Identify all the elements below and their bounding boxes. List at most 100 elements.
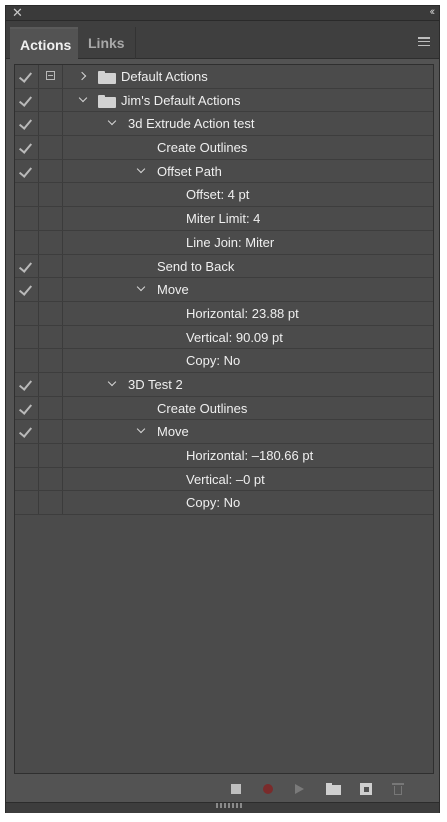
toggle-dialog-column[interactable] — [39, 65, 63, 88]
checkmark-icon — [18, 140, 33, 154]
toggle-item-column[interactable] — [15, 467, 39, 491]
checkmark-icon — [18, 163, 33, 178]
action-row[interactable]: Vertical: 90.09 pt — [15, 325, 433, 350]
begin-recording-icon[interactable] — [263, 784, 273, 794]
resize-grip-icon[interactable] — [216, 803, 242, 808]
toggle-item-column[interactable] — [15, 112, 39, 136]
action-row[interactable]: Offset Path — [15, 159, 433, 184]
action-row-content: Move — [63, 278, 433, 301]
action-row[interactable]: Copy: No — [15, 349, 433, 373]
action-row-label: Horizontal: –180.66 pt — [186, 448, 314, 463]
action-row-label: Horizontal: 23.88 pt — [186, 305, 299, 321]
collapse-icon[interactable]: ‹‹ — [430, 5, 436, 19]
action-row[interactable]: Line Join: Miter — [15, 230, 433, 255]
action-row[interactable]: Move — [15, 278, 433, 302]
toggle-dialog-column[interactable] — [39, 491, 63, 515]
action-row-content: Offset: 4 pt — [63, 183, 433, 206]
close-icon[interactable]: ✕ — [12, 6, 23, 20]
toggle-dialog-column[interactable] — [39, 301, 63, 325]
action-row[interactable]: Offset: 4 pt — [15, 183, 433, 208]
toggle-dialog-column[interactable] — [39, 183, 63, 207]
chevron-down-icon[interactable] — [135, 283, 147, 295]
toggle-item-column[interactable] — [15, 65, 39, 88]
toggle-dialog-column[interactable] — [39, 349, 63, 372]
hamburger-menu-icon[interactable] — [418, 37, 430, 47]
toggle-item-column[interactable] — [15, 230, 39, 254]
checkmark-icon — [18, 424, 33, 439]
toggle-dialog-column[interactable] — [39, 420, 63, 443]
action-row-content: Create Outlines — [63, 397, 433, 420]
action-row[interactable]: Default Actions — [15, 65, 433, 89]
create-new-set-icon[interactable] — [326, 782, 341, 796]
actions-panel: ✕ ‹‹ Actions Links Default Actions Jim's … — [5, 5, 440, 813]
action-row[interactable]: Create Outlines — [15, 136, 433, 160]
checkmark-icon — [18, 282, 33, 297]
action-row[interactable]: 3d Extrude Action test — [15, 112, 433, 137]
play-selection-icon[interactable] — [295, 784, 304, 794]
toggle-item-column[interactable] — [15, 491, 39, 515]
toggle-dialog-column[interactable] — [39, 444, 63, 467]
folder-icon — [98, 94, 116, 108]
toggle-dialog-column[interactable] — [39, 230, 63, 254]
panel-titlebar: ✕ ‹‹ — [6, 6, 439, 21]
toggle-dialog-column[interactable] — [39, 325, 63, 349]
action-row-content: 3d Extrude Action test — [63, 112, 433, 135]
action-row-content: 3D Test 2 — [63, 373, 433, 396]
action-row[interactable]: 3D Test 2 — [15, 372, 433, 397]
toggle-item-column[interactable] — [15, 183, 39, 207]
action-row-label: Send to Back — [157, 258, 235, 274]
toggle-item-column[interactable] — [15, 301, 39, 325]
action-row[interactable]: Move — [15, 420, 433, 444]
toggle-dialog-column[interactable] — [39, 207, 63, 230]
stop-playing-icon[interactable] — [231, 784, 241, 794]
action-row-label: 3D Test 2 — [128, 376, 183, 392]
action-row[interactable]: Copy: No — [15, 491, 433, 516]
action-row[interactable]: Miter Limit: 4 — [15, 207, 433, 231]
chevron-down-icon[interactable] — [77, 94, 89, 106]
toggle-item-column[interactable] — [15, 278, 39, 301]
toggle-dialog-column[interactable] — [39, 372, 63, 396]
action-row-label: Move — [157, 424, 189, 440]
action-row[interactable]: Vertical: –0 pt — [15, 467, 433, 492]
toggle-dialog-column[interactable] — [39, 254, 63, 278]
tab-links[interactable]: Links — [78, 27, 136, 59]
chevron-down-icon[interactable] — [106, 378, 118, 390]
toggle-item-column[interactable] — [15, 159, 39, 183]
action-row-label: Jim's Default Actions — [121, 92, 241, 108]
action-row-label: 3d Extrude Action test — [128, 116, 255, 132]
toggle-dialog-column[interactable] — [39, 136, 63, 159]
action-row[interactable]: Horizontal: –180.66 pt — [15, 444, 433, 468]
toggle-item-column[interactable] — [15, 420, 39, 443]
chevron-right-icon[interactable] — [77, 70, 89, 82]
toggle-item-column[interactable] — [15, 207, 39, 230]
toggle-item-column[interactable] — [15, 372, 39, 396]
action-row-content: Copy: No — [63, 349, 433, 372]
action-row[interactable]: Send to Back — [15, 254, 433, 279]
create-new-action-icon[interactable] — [359, 782, 373, 796]
toggle-dialog-column[interactable] — [39, 396, 63, 420]
chevron-down-icon[interactable] — [135, 425, 147, 437]
action-row-content: Default Actions — [63, 65, 433, 88]
action-row[interactable]: Create Outlines — [15, 396, 433, 421]
chevron-down-icon[interactable] — [135, 165, 147, 177]
delete-selection-icon[interactable] — [391, 782, 405, 796]
toggle-item-column[interactable] — [15, 325, 39, 349]
action-row-label: Default Actions — [121, 69, 208, 84]
tab-actions[interactable]: Actions — [10, 27, 78, 59]
toggle-item-column[interactable] — [15, 254, 39, 278]
toggle-item-column[interactable] — [15, 349, 39, 372]
toggle-dialog-column[interactable] — [39, 88, 63, 112]
action-row[interactable]: Horizontal: 23.88 pt — [15, 301, 433, 326]
toggle-dialog-column[interactable] — [39, 159, 63, 183]
toggle-item-column[interactable] — [15, 136, 39, 159]
toggle-item-column[interactable] — [15, 88, 39, 112]
toggle-dialog-column[interactable] — [39, 278, 63, 301]
action-row-content: Vertical: –0 pt — [63, 468, 433, 491]
toggle-item-column[interactable] — [15, 396, 39, 420]
action-row-content: Horizontal: 23.88 pt — [63, 302, 433, 325]
action-row[interactable]: Jim's Default Actions — [15, 88, 433, 113]
toggle-dialog-column[interactable] — [39, 112, 63, 136]
toggle-dialog-column[interactable] — [39, 467, 63, 491]
toggle-item-column[interactable] — [15, 444, 39, 467]
chevron-down-icon[interactable] — [106, 117, 118, 129]
